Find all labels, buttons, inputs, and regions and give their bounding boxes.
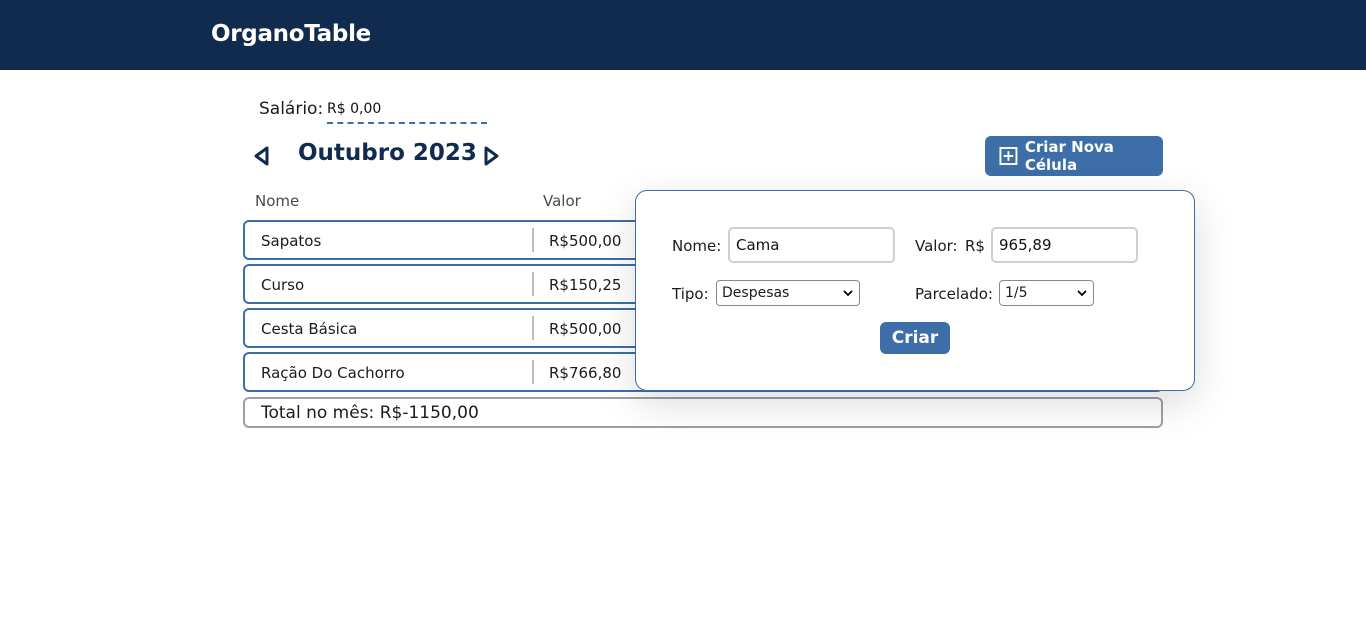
row-name: Ração Do Cachorro <box>261 364 405 382</box>
plus-square-icon <box>999 147 1018 165</box>
month-total: Total no mês: R$-1150,00 <box>243 397 1163 428</box>
new-cell-modal: Nome: Valor: R$ Tipo: Despesas Parcelado… <box>635 190 1195 391</box>
criar-button[interactable]: Criar <box>880 322 950 354</box>
row-divider <box>532 316 534 340</box>
triangle-left-icon <box>254 146 269 166</box>
month-title: Outubro 2023 <box>298 140 477 166</box>
parcelado-selected: 1/5 <box>1005 285 1028 301</box>
parcelado-select[interactable]: 1/5 <box>999 280 1094 306</box>
row-name: Curso <box>261 276 305 294</box>
tipo-selected: Despesas <box>722 285 790 301</box>
currency-label: R$ <box>965 237 985 255</box>
chevron-down-icon <box>843 290 853 297</box>
triangle-right-icon <box>484 146 499 166</box>
app-brand: OrganoTable <box>211 21 371 47</box>
salary-input[interactable] <box>327 96 487 124</box>
create-cell-label: Criar Nova Célula <box>1024 138 1114 174</box>
nome-label: Nome: <box>672 237 722 255</box>
row-value: R$150,25 <box>549 276 622 294</box>
row-divider <box>532 228 534 252</box>
row-name: Sapatos <box>261 232 322 250</box>
row-name: Cesta Básica <box>261 320 358 338</box>
row-value: R$500,00 <box>549 232 622 250</box>
create-cell-button[interactable]: Criar Nova Célula <box>985 136 1163 176</box>
valor-input[interactable] <box>991 227 1138 263</box>
next-month-button[interactable] <box>480 144 502 168</box>
row-value: R$766,80 <box>549 364 622 382</box>
tipo-select[interactable]: Despesas <box>716 280 860 306</box>
column-header-valor: Valor <box>543 192 581 210</box>
row-divider <box>532 272 534 296</box>
valor-label: Valor: <box>915 237 958 255</box>
salary-label: Salário: <box>259 99 324 119</box>
tipo-label: Tipo: <box>672 285 709 303</box>
month-total-text: Total no mês: R$-1150,00 <box>261 403 479 423</box>
top-bar: OrganoTable <box>0 0 1366 70</box>
chevron-down-icon <box>1077 290 1087 297</box>
prev-month-button[interactable] <box>251 144 273 168</box>
column-header-nome: Nome <box>255 192 300 210</box>
nome-input[interactable] <box>728 227 895 263</box>
row-divider <box>532 360 534 384</box>
row-value: R$500,00 <box>549 320 622 338</box>
parcelado-label: Parcelado: <box>915 285 993 303</box>
